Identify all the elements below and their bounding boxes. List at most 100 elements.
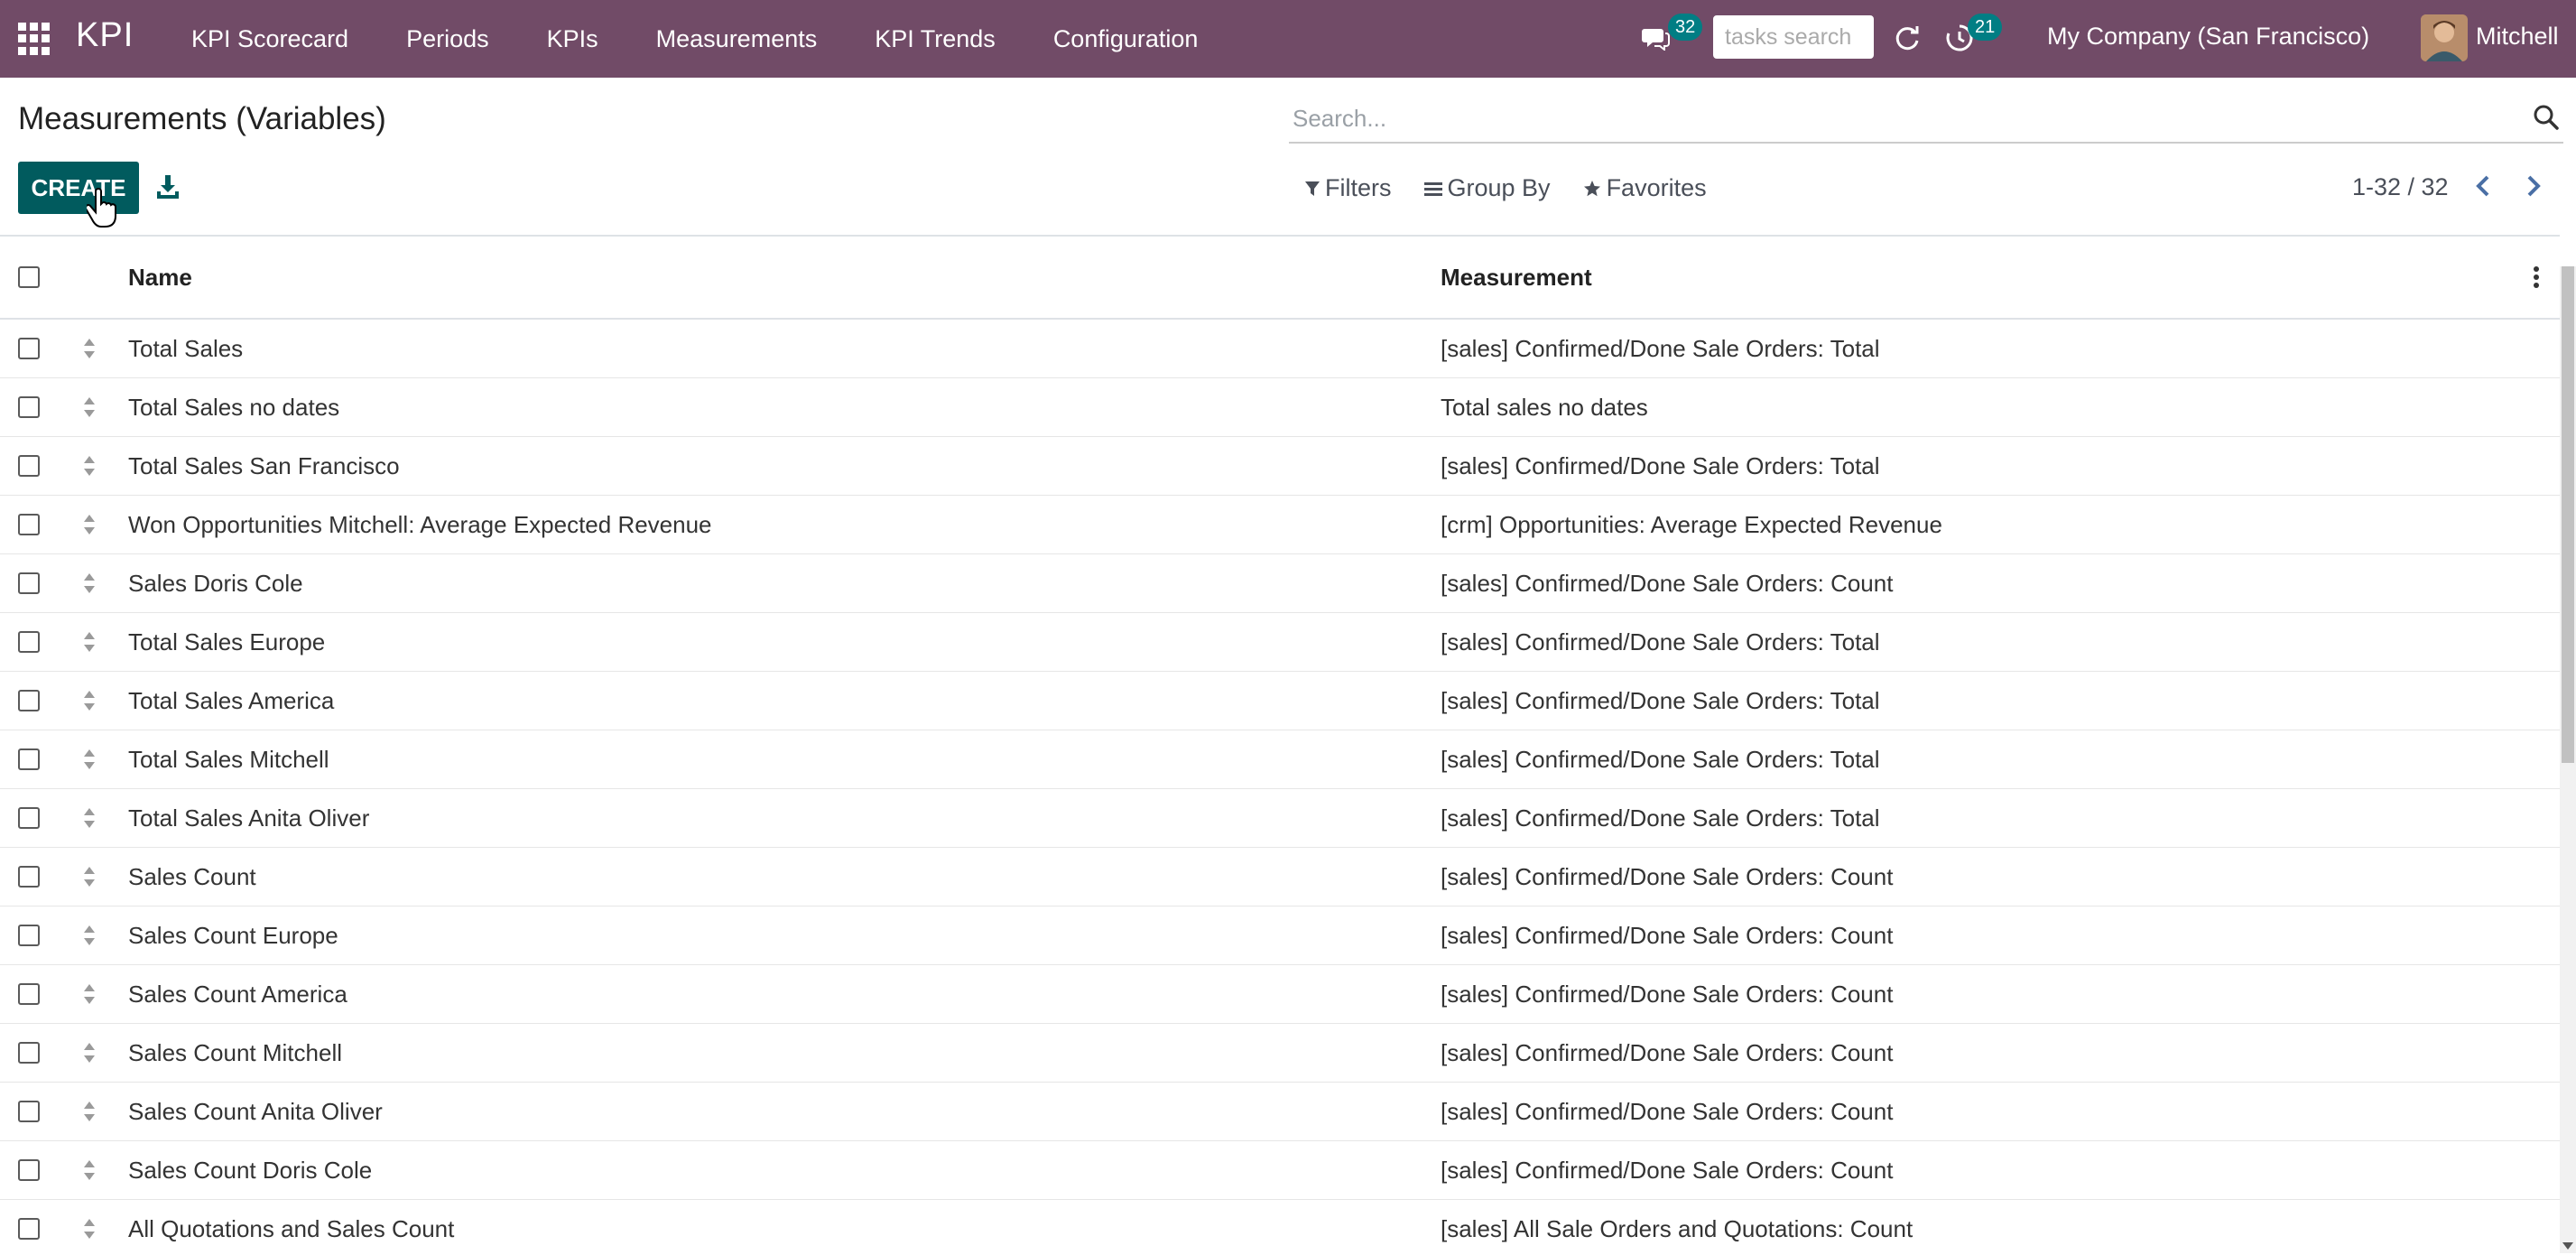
- cell-name[interactable]: Total Sales: [128, 335, 243, 363]
- create-button[interactable]: CREATE: [18, 162, 139, 214]
- cell-measurement[interactable]: [sales] Confirmed/Done Sale Orders: Tota…: [1441, 746, 1880, 774]
- list-scrollbar[interactable]: [2560, 266, 2576, 1253]
- groupby-toggle[interactable]: Group By: [1423, 174, 1551, 202]
- drag-handle-icon[interactable]: [83, 455, 96, 477]
- user-avatar[interactable]: [2421, 14, 2468, 61]
- cell-measurement[interactable]: [sales] Confirmed/Done Sale Orders: Tota…: [1441, 687, 1880, 715]
- cell-measurement[interactable]: [sales] Confirmed/Done Sale Orders: Coun…: [1441, 1098, 1893, 1126]
- optional-columns-icon[interactable]: [2527, 264, 2545, 291]
- drag-handle-icon[interactable]: [83, 396, 96, 418]
- cell-name[interactable]: All Quotations and Sales Count: [128, 1215, 454, 1243]
- row-checkbox[interactable]: [18, 514, 40, 535]
- cell-name[interactable]: Sales Count Mitchell: [128, 1039, 342, 1067]
- filters-toggle[interactable]: Filters: [1305, 174, 1392, 202]
- cell-measurement[interactable]: Total sales no dates: [1441, 394, 1648, 422]
- row-checkbox[interactable]: [18, 1042, 40, 1064]
- scrollbar-thumb[interactable]: [2562, 266, 2574, 763]
- cell-name[interactable]: Total Sales no dates: [128, 394, 339, 422]
- drag-handle-icon[interactable]: [83, 631, 96, 653]
- menu-kpis[interactable]: KPIs: [547, 25, 598, 53]
- cell-name[interactable]: Sales Count America: [128, 981, 347, 1009]
- cell-measurement[interactable]: [sales] Confirmed/Done Sale Orders: Coun…: [1441, 570, 1893, 598]
- select-all-checkbox[interactable]: [18, 266, 40, 288]
- cell-name[interactable]: Total Sales Anita Oliver: [128, 804, 369, 832]
- cell-measurement[interactable]: [sales] Confirmed/Done Sale Orders: Tota…: [1441, 452, 1880, 480]
- apps-grid-icon[interactable]: [18, 23, 51, 55]
- search-icon[interactable]: [2533, 104, 2560, 131]
- row-checkbox[interactable]: [18, 925, 40, 946]
- tasks-search-input[interactable]: [1713, 15, 1874, 59]
- column-header-name[interactable]: Name: [128, 264, 192, 292]
- row-checkbox[interactable]: [18, 1159, 40, 1181]
- drag-handle-icon[interactable]: [83, 514, 96, 535]
- row-checkbox[interactable]: [18, 455, 40, 477]
- download-icon[interactable]: [155, 173, 181, 200]
- table-row[interactable]: All Quotations and Sales Count [sales] Al…: [0, 1200, 2560, 1255]
- menu-kpi-scorecard[interactable]: KPI Scorecard: [191, 25, 348, 53]
- app-brand[interactable]: KPI: [76, 16, 134, 55]
- drag-handle-icon[interactable]: [83, 572, 96, 594]
- drag-handle-icon[interactable]: [83, 1042, 96, 1064]
- table-row[interactable]: Total Sales no dates Total sales no dates: [0, 378, 2560, 438]
- drag-handle-icon[interactable]: [83, 983, 96, 1005]
- drag-handle-icon[interactable]: [83, 1101, 96, 1122]
- table-row[interactable]: Total Sales America [sales] Confirmed/Don…: [0, 672, 2560, 731]
- table-row[interactable]: Total Sales San Francisco [sales] Confirm…: [0, 437, 2560, 497]
- row-checkbox[interactable]: [18, 1101, 40, 1122]
- scroll-down-arrow-icon[interactable]: [2562, 1242, 2573, 1250]
- cell-name[interactable]: Total Sales America: [128, 687, 334, 715]
- cell-measurement[interactable]: [crm] Opportunities: Average Expected Re…: [1441, 511, 1942, 539]
- cell-measurement[interactable]: [sales] All Sale Orders and Quotations: …: [1441, 1215, 1913, 1243]
- table-row[interactable]: Sales Count Anita Oliver [sales] Confirme…: [0, 1083, 2560, 1142]
- table-row[interactable]: Total Sales Europe [sales] Confirmed/Done…: [0, 613, 2560, 673]
- pager-next-icon[interactable]: [2520, 172, 2545, 200]
- table-row[interactable]: Total Sales Anita Oliver [sales] Confirme…: [0, 789, 2560, 849]
- cell-name[interactable]: Won Opportunities Mitchell: Average Expe…: [128, 511, 712, 539]
- row-checkbox[interactable]: [18, 983, 40, 1005]
- row-checkbox[interactable]: [18, 396, 40, 418]
- cell-measurement[interactable]: [sales] Confirmed/Done Sale Orders: Tota…: [1441, 335, 1880, 363]
- table-row[interactable]: Sales Count America [sales] Confirmed/Don…: [0, 965, 2560, 1025]
- drag-handle-icon[interactable]: [83, 807, 96, 829]
- favorites-toggle[interactable]: Favorites: [1583, 174, 1707, 202]
- drag-handle-icon[interactable]: [83, 690, 96, 711]
- table-row[interactable]: Won Opportunities Mitchell: Average Expe…: [0, 496, 2560, 555]
- row-checkbox[interactable]: [18, 572, 40, 594]
- messages-icon[interactable]: [1641, 25, 1670, 51]
- cell-name[interactable]: Sales Count Doris Cole: [128, 1157, 372, 1185]
- cell-measurement[interactable]: [sales] Confirmed/Done Sale Orders: Tota…: [1441, 804, 1880, 832]
- drag-handle-icon[interactable]: [83, 866, 96, 888]
- refresh-icon[interactable]: [1891, 23, 1922, 53]
- table-row[interactable]: Sales Count [sales] Confirmed/Done Sale O…: [0, 848, 2560, 907]
- cell-name[interactable]: Sales Doris Cole: [128, 570, 303, 598]
- search-input[interactable]: [1291, 100, 2495, 136]
- table-row[interactable]: Total Sales Mitchell [sales] Confirmed/Do…: [0, 730, 2560, 790]
- pager-previous-icon[interactable]: [2471, 172, 2497, 200]
- cell-measurement[interactable]: [sales] Confirmed/Done Sale Orders: Coun…: [1441, 981, 1893, 1009]
- menu-kpi-trends[interactable]: KPI Trends: [875, 25, 996, 53]
- cell-measurement[interactable]: [sales] Confirmed/Done Sale Orders: Coun…: [1441, 1157, 1893, 1185]
- cell-measurement[interactable]: [sales] Confirmed/Done Sale Orders: Tota…: [1441, 628, 1880, 656]
- cell-measurement[interactable]: [sales] Confirmed/Done Sale Orders: Coun…: [1441, 863, 1893, 891]
- column-header-measurement[interactable]: Measurement: [1441, 264, 1592, 292]
- table-row[interactable]: Total Sales [sales] Confirmed/Done Sale O…: [0, 320, 2560, 379]
- company-switcher[interactable]: My Company (San Francisco): [2047, 23, 2369, 51]
- drag-handle-icon[interactable]: [83, 1218, 96, 1240]
- cell-name[interactable]: Total Sales San Francisco: [128, 452, 400, 480]
- drag-handle-icon[interactable]: [83, 1159, 96, 1181]
- pager-value[interactable]: 1-32 / 32: [2352, 173, 2449, 201]
- row-checkbox[interactable]: [18, 1218, 40, 1240]
- menu-periods[interactable]: Periods: [406, 25, 489, 53]
- menu-measurements[interactable]: Measurements: [656, 25, 818, 53]
- drag-handle-icon[interactable]: [83, 748, 96, 770]
- row-checkbox[interactable]: [18, 866, 40, 888]
- cell-name[interactable]: Sales Count: [128, 863, 256, 891]
- table-row[interactable]: Sales Doris Cole [sales] Confirmed/Done S…: [0, 554, 2560, 614]
- cell-name[interactable]: Total Sales Mitchell: [128, 746, 329, 774]
- cell-name[interactable]: Total Sales Europe: [128, 628, 325, 656]
- row-checkbox[interactable]: [18, 748, 40, 770]
- table-row[interactable]: Sales Count Europe [sales] Confirmed/Done…: [0, 906, 2560, 966]
- row-checkbox[interactable]: [18, 807, 40, 829]
- user-menu-name[interactable]: Mitchell: [2476, 23, 2559, 51]
- cell-name[interactable]: Sales Count Anita Oliver: [128, 1098, 383, 1126]
